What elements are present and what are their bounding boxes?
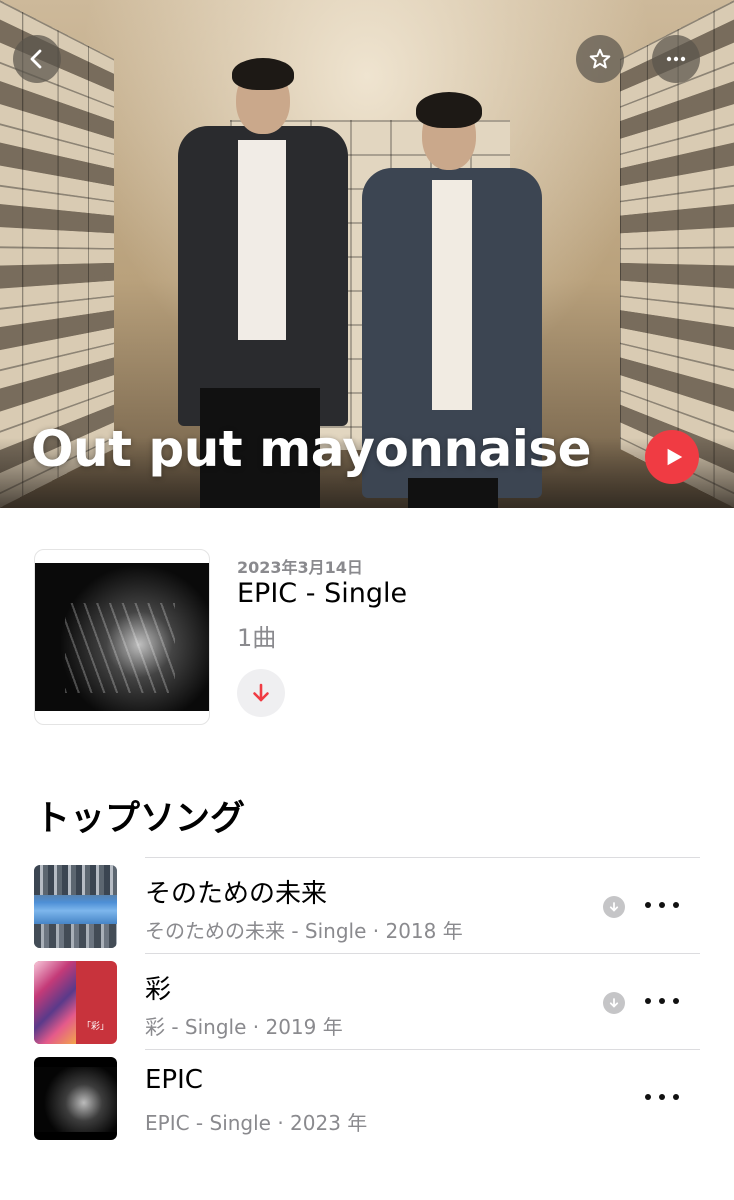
divider (145, 1049, 700, 1050)
song-subtitle: EPIC - Single · 2023 年 (145, 1111, 368, 1135)
divider (145, 857, 700, 858)
chevron-left-icon (30, 49, 42, 69)
song-title: 彩 (145, 975, 172, 1005)
back-button[interactable] (13, 35, 61, 83)
download-song-button[interactable] (603, 896, 625, 918)
song-title: EPIC (145, 1065, 203, 1095)
download-release-button[interactable] (237, 669, 285, 717)
ellipsis-icon (666, 56, 686, 62)
top-songs-heading[interactable]: トップソング (35, 790, 245, 841)
song-artwork: 「彩」 (34, 961, 117, 1044)
song-subtitle: 彩 - Single · 2019 年 (145, 1015, 343, 1039)
arrow-down-icon (609, 902, 619, 912)
artist-hero-image: Out put mayonnaise (0, 0, 734, 508)
favorite-button[interactable] (576, 35, 624, 83)
song-row[interactable]: EPIC EPIC - Single · 2023 年 (0, 1049, 734, 1145)
song-row[interactable]: 「彩」 彩 彩 - Single · 2019 年 (0, 953, 734, 1049)
song-row[interactable]: そのための未来 そのための未来 - Single · 2018 年 (0, 857, 734, 953)
song-artwork (34, 865, 117, 948)
song-more-button[interactable] (645, 1087, 679, 1107)
release-date: 2023年3月14日 (237, 558, 363, 577)
artwork-caption: EPIC / Out put mayonnaise (75, 554, 169, 561)
latest-release-artwork[interactable]: EPIC / Out put mayonnaise (34, 549, 210, 725)
play-button[interactable] (645, 430, 699, 484)
song-title: そのための未来 (145, 879, 328, 909)
star-icon (589, 48, 611, 69)
divider (145, 953, 700, 954)
release-title[interactable]: EPIC - Single (237, 578, 407, 609)
artwork-title-mark: 「彩」 (82, 1022, 110, 1032)
arrow-down-icon (609, 998, 619, 1008)
song-artwork (34, 1057, 117, 1140)
release-track-count: 1曲 (237, 624, 277, 652)
arrow-down-icon (253, 683, 269, 702)
more-options-button[interactable] (652, 35, 700, 83)
song-more-button[interactable] (645, 895, 679, 915)
download-song-button[interactable] (603, 992, 625, 1014)
song-more-button[interactable] (645, 991, 679, 1011)
artist-name: Out put mayonnaise (31, 420, 592, 478)
song-subtitle: そのための未来 - Single · 2018 年 (145, 919, 463, 943)
play-icon (667, 448, 683, 466)
